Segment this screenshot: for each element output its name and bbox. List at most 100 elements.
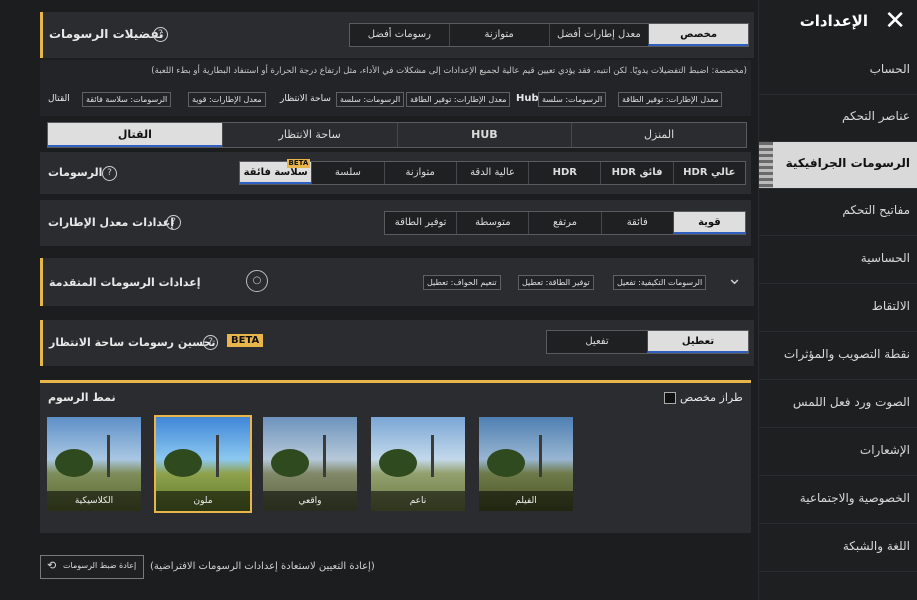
sidebar-item-label: الإشعارات (859, 443, 910, 457)
sidebar-header: الإعدادات ✕ (759, 0, 917, 48)
tower-shape (539, 435, 542, 477)
sidebar-item-sensitivity[interactable]: الحساسية (759, 237, 917, 284)
beta-badge: BETA (227, 334, 264, 347)
circle-icon: ○ (246, 270, 268, 292)
style-label: الكلاسيكية (47, 491, 141, 511)
advanced-tag-power: توفير الطاقة: تعطيل (518, 275, 594, 290)
reset-button-label: إعادة ضبط الرسومات (63, 561, 137, 570)
beta-badge: BETA (286, 159, 311, 168)
style-thumb-colorful[interactable]: ملون (154, 415, 252, 513)
tower-shape (216, 435, 219, 477)
reset-graphics-button[interactable]: ⟲ إعادة ضبط الرسومات (40, 555, 144, 579)
summary-battle-fps: معدل الإطارات: قوية (188, 92, 266, 107)
reset-icon: ⟲ (47, 559, 57, 572)
fps-selector: توفير الطاقة متوسطة مرتفع فائقة قوية (384, 211, 746, 235)
option-disable[interactable]: تعطيل (647, 331, 748, 353)
help-icon[interactable]: ? (153, 27, 168, 42)
summary-hub-fps: معدل الإطارات: توفير الطاقة (618, 92, 723, 107)
sidebar-item-audio[interactable]: الصوت ورد فعل اللمس (759, 381, 917, 428)
sidebar-item-notifications[interactable]: الإشعارات (759, 429, 917, 476)
tree-shape (379, 449, 417, 477)
style-thumb-film[interactable]: الفيلم (479, 417, 573, 511)
help-icon[interactable]: ? (203, 335, 218, 350)
sidebar-item-label: الحساسية (860, 251, 910, 265)
sidebar-item-label: الرسومات الجرافيكية (785, 156, 910, 170)
graphics-option-hdr[interactable]: HDR (528, 162, 600, 184)
tree-shape (271, 449, 309, 477)
graphics-selector: سلاسة فائقة BETA سلسة متوازنة عالية الدقة… (239, 159, 746, 185)
sidebar-item-label: الخصوصية والاجتماعية (799, 491, 910, 505)
pref-option-balanced[interactable]: متوازنة (448, 24, 549, 46)
summary-lobby-fps: معدل الإطارات: توفير الطاقة (406, 92, 511, 107)
close-icon[interactable]: ✕ (884, 6, 906, 36)
sidebar-item-controls[interactable]: عناصر التحكم (759, 95, 917, 142)
option-enable[interactable]: تفعيل (547, 331, 647, 353)
sidebar-item-account[interactable]: الحساب (759, 48, 917, 95)
lobby-enhancement-toggle: تفعيل تعطيل (546, 330, 749, 354)
graphics-option-smooth[interactable]: سلسة (311, 162, 383, 184)
prefs-selector: رسومات أفضل متوازنة معدل إطارات أفضل مخص… (349, 23, 749, 47)
sidebar-item-label: الصوت ورد فعل اللمس (792, 395, 910, 409)
fps-option-medium[interactable]: متوسطة (456, 212, 528, 234)
graphics-option-ultra-smooth[interactable]: سلاسة فائقة BETA (240, 159, 312, 184)
style-thumb-classic[interactable]: الكلاسيكية (47, 417, 141, 511)
style-label: ناعم (371, 491, 465, 511)
fps-option-power-saving[interactable]: توفير الطاقة (385, 212, 456, 234)
style-thumb-realistic[interactable]: واقعي (263, 417, 357, 511)
pref-option-better-fps[interactable]: معدل إطارات أفضل (548, 24, 649, 46)
tab-hub[interactable]: HUB (396, 123, 572, 147)
graphics-option-ultra-hdr[interactable]: HDR فائق (600, 162, 672, 184)
prefs-title: تفضيلات الرسومات (49, 27, 164, 41)
sidebar-item-graphics[interactable]: الرسومات الجرافيكية (759, 142, 917, 189)
pref-option-custom[interactable]: مخصص (648, 24, 748, 46)
lobby-enhancement-row: تحسين رسومات ساحة الانتظار ? BETA تفعيل … (40, 320, 754, 366)
tab-battle[interactable]: القتال (48, 123, 222, 147)
help-icon[interactable]: ? (166, 215, 181, 230)
advanced-tag-aa: تنعيم الحواف: تعطيل (423, 275, 501, 290)
sidebar-item-keys[interactable]: مفاتيح التحكم (759, 189, 917, 236)
chevron-down-icon[interactable]: ⌄ (727, 268, 742, 289)
fps-label: إعدادات معدل الإطارات (48, 216, 175, 229)
custom-style-checkbox[interactable] (664, 392, 676, 404)
tab-lobby[interactable]: ساحة الانتظار (221, 123, 397, 147)
sidebar-item-privacy[interactable]: الخصوصية والاجتماعية (759, 477, 917, 524)
graphics-option-high-hdr[interactable]: HDR عالي (672, 162, 745, 184)
advanced-tag-adaptive: الرسومات التكيفية: تفعيل (613, 275, 707, 290)
graphics-option-hd[interactable]: عالية الدقة (455, 162, 528, 184)
sidebar-item-language[interactable]: اللغة والشبكة (759, 525, 917, 572)
sidebar-item-label: الالتقاط (871, 299, 910, 313)
graphics-option-label: سلاسة فائقة (243, 167, 308, 178)
summary-lobby-graphics: الرسومات: سلسة (336, 92, 405, 107)
graphics-option-balanced[interactable]: متوازنة (383, 162, 456, 184)
tower-shape (107, 435, 110, 477)
graphics-label: الرسومات (48, 166, 103, 179)
summary-lobby-label: ساحة الانتظار (280, 94, 331, 104)
summary-battle-label: القتال (48, 94, 70, 104)
help-icon[interactable]: ? (102, 166, 117, 181)
sidebar-item-pickup[interactable]: الالتقاط (759, 285, 917, 332)
fps-option-high[interactable]: مرتفع (528, 212, 600, 234)
tree-shape (55, 449, 93, 477)
sidebar-item-crosshair[interactable]: نقطة التصويب والمؤثرات (759, 333, 917, 380)
scene-tabs: القتال ساحة الانتظار HUB المنزل (47, 122, 747, 148)
active-marker (759, 142, 773, 188)
fps-option-strong[interactable]: قوية (672, 212, 746, 234)
style-label: الفيلم (479, 491, 573, 511)
advanced-graphics-row[interactable]: إعدادات الرسومات المتقدمة ○ تنعيم الحواف… (40, 258, 754, 306)
pref-option-better-graphics[interactable]: رسومات أفضل (350, 24, 449, 46)
advanced-title: إعدادات الرسومات المتقدمة (49, 276, 201, 289)
lobby-enhancement-title: تحسين رسومات ساحة الانتظار (49, 336, 216, 349)
style-label: ملون (156, 491, 250, 511)
style-label: واقعي (263, 491, 357, 511)
tree-shape (487, 449, 525, 477)
prefs-info-area: (مخصصة: اضبط التفضيلات يدويًا. لكن انتبه… (40, 60, 751, 116)
fps-option-ultra[interactable]: فائقة (600, 212, 673, 234)
sidebar-item-label: مفاتيح التحكم (842, 203, 910, 217)
tree-shape (164, 449, 202, 477)
settings-title: الإعدادات (799, 12, 868, 30)
tab-home[interactable]: المنزل (571, 123, 746, 147)
style-thumb-soft[interactable]: ناعم (371, 417, 465, 511)
sidebar-item-label: اللغة والشبكة (842, 539, 910, 553)
summary-hub-graphics: الرسومات: سلسة (538, 92, 607, 107)
graphics-preferences-row: تفضيلات الرسومات ? رسومات أفضل متوازنة م… (40, 12, 754, 58)
